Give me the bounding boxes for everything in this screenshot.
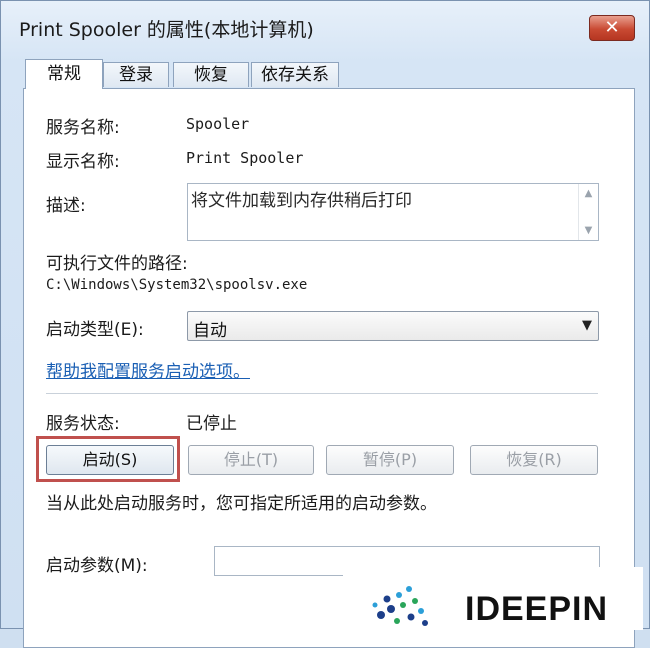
- window-title: Print Spooler 的属性(本地计算机): [19, 19, 314, 41]
- scroll-down-icon[interactable]: ▼: [579, 225, 598, 236]
- start-button[interactable]: 启动(S): [46, 445, 174, 475]
- scroll-up-icon[interactable]: ▲: [579, 188, 598, 199]
- pause-button[interactable]: 暂停(P): [326, 445, 454, 475]
- startup-type-select[interactable]: 自动 ▼: [187, 311, 599, 341]
- tab-recovery[interactable]: 恢复: [173, 62, 249, 87]
- title-bar[interactable]: Print Spooler 的属性(本地计算机) ✕: [1, 1, 649, 49]
- close-button[interactable]: ✕: [589, 15, 635, 41]
- stop-button[interactable]: 停止(T): [188, 445, 314, 475]
- general-panel: 服务名称: Spooler 显示名称: Print Spooler 描述: 将文…: [23, 88, 635, 648]
- display-name-value: Print Spooler: [186, 149, 304, 167]
- resume-button[interactable]: 恢复(R): [470, 445, 598, 475]
- start-params-hint: 当从此处启动服务时，您可指定所适用的启动参数。: [46, 494, 437, 514]
- help-configure-link[interactable]: 帮助我配置服务启动选项。: [46, 357, 250, 382]
- start-params-label: 启动参数(M):: [46, 556, 148, 576]
- tab-logon[interactable]: 登录: [103, 62, 169, 87]
- startup-type-label: 启动类型(E):: [46, 320, 144, 340]
- tab-general[interactable]: 常规: [25, 59, 103, 89]
- description-scrollbar[interactable]: ▲ ▼: [578, 184, 598, 240]
- description-text: 将文件加载到内存供稍后打印: [191, 191, 412, 211]
- display-name-label: 显示名称:: [46, 152, 120, 172]
- tab-dependencies[interactable]: 依存关系: [251, 62, 339, 87]
- ideepin-logo-icon: [372, 586, 428, 626]
- service-status-label: 服务状态:: [46, 414, 120, 434]
- startup-type-value: 自动: [193, 321, 227, 341]
- description-field[interactable]: 将文件加载到内存供稍后打印 ▲ ▼: [187, 183, 599, 241]
- service-status-value: 已停止: [186, 414, 237, 434]
- chevron-down-icon: ▼: [582, 318, 592, 333]
- divider: [46, 393, 598, 394]
- watermark-logo: IDEEPIN: [343, 567, 643, 630]
- service-name-value: Spooler: [186, 115, 250, 133]
- properties-window: Print Spooler 的属性(本地计算机) ✕ 常规 登录 恢复 依存关系…: [0, 0, 650, 648]
- exe-path-label: 可执行文件的路径:: [46, 254, 188, 274]
- close-icon: ✕: [604, 17, 620, 38]
- description-label: 描述:: [46, 196, 86, 216]
- brand-text: IDEEPIN: [465, 590, 609, 628]
- service-name-label: 服务名称:: [46, 118, 120, 138]
- exe-path-value: C:\Windows\System32\spoolsv.exe: [46, 277, 308, 293]
